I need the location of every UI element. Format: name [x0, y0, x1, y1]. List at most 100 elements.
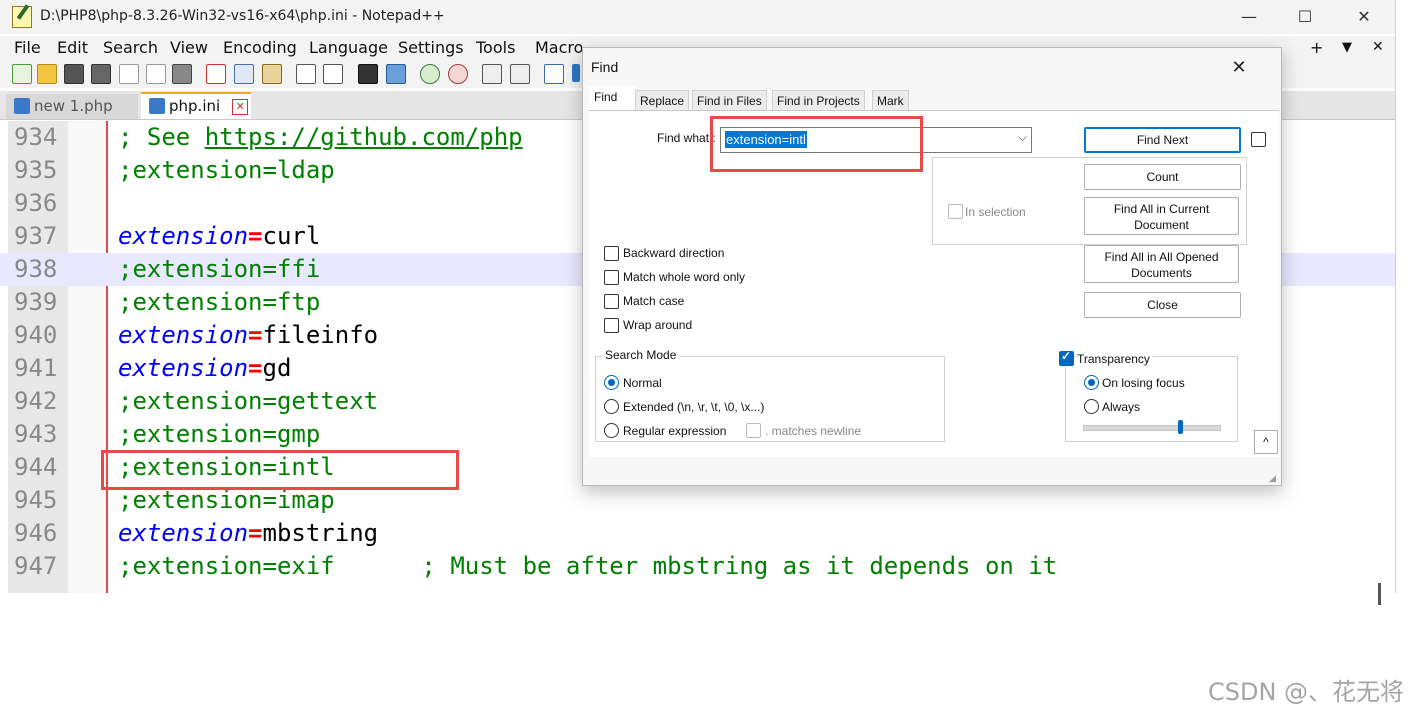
slider-thumb[interactable]: [1178, 420, 1183, 434]
menu-macro[interactable]: Macro: [535, 38, 583, 57]
search-mode-extended-radio[interactable]: [604, 399, 619, 414]
open-file-icon[interactable]: [37, 64, 57, 84]
menu-dropdown-icon[interactable]: ▼: [1342, 40, 1352, 55]
match-whole-word-label: Match whole word only: [623, 270, 746, 284]
code-token: ;extension=ldap: [118, 156, 335, 184]
code-token: ;extension=ftp: [118, 288, 321, 316]
wrap-around-label: Wrap around: [623, 318, 693, 332]
in-selection-checkbox[interactable]: [948, 204, 963, 219]
code-token: =: [248, 519, 263, 547]
menu-tools[interactable]: Tools: [476, 38, 515, 57]
highlight-box-intl-line: [101, 450, 459, 490]
transparency-slider[interactable]: [1083, 420, 1221, 434]
count-button[interactable]: Count: [1084, 164, 1241, 190]
zoom-in-icon[interactable]: [420, 64, 440, 84]
menu-edit[interactable]: Edit: [57, 38, 88, 57]
code-token: curl: [262, 222, 321, 250]
find-all-opened-documents-button[interactable]: Find All in All Opened Documents: [1084, 245, 1239, 283]
new-file-icon[interactable]: [12, 64, 32, 84]
line-code: extension=mbstring: [118, 517, 378, 550]
menu-encoding[interactable]: Encoding: [223, 38, 297, 57]
watermark: CSDN @、花无将: [1208, 678, 1405, 706]
tab-find[interactable]: Find: [589, 86, 637, 112]
chevron-down-icon[interactable]: ⌵: [1018, 130, 1027, 145]
close-button[interactable]: Close: [1084, 292, 1241, 318]
cut-icon[interactable]: [206, 64, 226, 84]
find-icon[interactable]: [358, 64, 378, 84]
find-all-current-document-button[interactable]: Find All in Current Document: [1084, 197, 1239, 235]
on-losing-focus-radio[interactable]: [1084, 375, 1099, 390]
line-code: ;extension=ftp: [118, 286, 320, 319]
match-case-label: Match case: [623, 294, 685, 308]
code-token: extension: [118, 321, 249, 349]
line-number: 936: [14, 189, 58, 217]
wrap-around-checkbox[interactable]: [604, 318, 619, 333]
resize-grip-icon[interactable]: ◢: [1269, 473, 1279, 483]
code-token: =: [248, 321, 263, 349]
close-file-icon[interactable]: [119, 64, 139, 84]
menu-view[interactable]: View: [170, 38, 208, 57]
paste-icon[interactable]: [262, 64, 282, 84]
find-next-button[interactable]: Find Next: [1084, 127, 1241, 153]
minimize-button[interactable]: —: [1226, 4, 1272, 30]
line-number: 938: [14, 255, 58, 283]
dialog-close-button[interactable]: ✕: [1223, 54, 1255, 80]
print-icon[interactable]: [172, 64, 192, 84]
tab-replace[interactable]: Replace: [635, 90, 690, 111]
search-mode-normal-label: Normal: [623, 376, 662, 390]
match-case-checkbox[interactable]: [604, 294, 619, 309]
line-number: 934: [14, 123, 58, 151]
show-all-chars-icon[interactable]: [572, 64, 580, 82]
menu-language[interactable]: Language: [309, 38, 388, 57]
sync-horizontal-icon[interactable]: [510, 64, 530, 84]
tab-close-icon[interactable]: ✕: [232, 99, 249, 115]
word-wrap-icon[interactable]: [544, 64, 564, 84]
tab-mark[interactable]: Mark: [872, 90, 909, 111]
search-mode-regex-radio[interactable]: [604, 423, 619, 438]
code-line[interactable]: 947 ;extension=exif ; Must be after mbstr…: [0, 550, 1395, 583]
collapse-dialog-button[interactable]: ^: [1254, 430, 1278, 454]
transparency-checkbox[interactable]: [1059, 349, 1074, 366]
find-next-option-checkbox[interactable]: [1251, 132, 1266, 147]
menu-settings[interactable]: Settings: [398, 38, 464, 57]
copy-icon[interactable]: [234, 64, 254, 84]
match-whole-word-checkbox[interactable]: [604, 270, 619, 285]
scrollbar-thumb[interactable]: [1378, 583, 1381, 605]
code-token: ;extension=gmp: [118, 420, 321, 448]
file-icon: [149, 98, 165, 114]
find-all-current-line1: Find All in Current: [1113, 202, 1210, 216]
tab-new-1-php[interactable]: new 1.php✕: [6, 94, 138, 140]
close-all-icon[interactable]: [146, 64, 166, 84]
line-number: 937: [14, 222, 58, 250]
maximize-button[interactable]: ☐: [1282, 4, 1328, 30]
search-mode-regex-label: Regular expression: [623, 424, 727, 438]
find-what-label: Find what :: [657, 131, 716, 145]
always-radio[interactable]: [1084, 399, 1099, 414]
save-icon[interactable]: [64, 64, 84, 84]
menu-search[interactable]: Search: [103, 38, 158, 57]
code-line[interactable]: 946 extension=mbstring: [0, 517, 1395, 550]
tab-find-in-files[interactable]: Find in Files: [692, 90, 767, 111]
code-token: fileinfo: [262, 321, 379, 349]
backward-direction-checkbox[interactable]: [604, 246, 619, 261]
tab-find-in-projects[interactable]: Find in Projects: [772, 90, 865, 111]
menu-close-button[interactable]: ✕: [1372, 39, 1384, 55]
highlight-box-find-input: [710, 116, 923, 172]
tab-php-ini[interactable]: php.ini ✕: [141, 92, 251, 119]
replace-icon[interactable]: [386, 64, 406, 84]
undo-icon[interactable]: [296, 64, 316, 84]
menu-add-button[interactable]: +: [1310, 38, 1323, 57]
window-close-button[interactable]: ✕: [1341, 4, 1387, 30]
matches-newline-checkbox[interactable]: [746, 423, 761, 438]
line-number: 945: [14, 486, 58, 514]
search-mode-normal-radio[interactable]: [604, 375, 619, 390]
redo-icon[interactable]: [323, 64, 343, 84]
save-all-icon[interactable]: [91, 64, 111, 84]
code-token: ;extension=gettext: [118, 387, 379, 415]
zoom-out-icon[interactable]: [448, 64, 468, 84]
code-token: extension: [118, 519, 249, 547]
sync-vertical-icon[interactable]: [482, 64, 502, 84]
tab-label: new 1.php: [34, 97, 113, 115]
line-code: ;extension=exif ; Must be after mbstring…: [118, 550, 1057, 583]
menu-file[interactable]: File: [14, 38, 41, 57]
